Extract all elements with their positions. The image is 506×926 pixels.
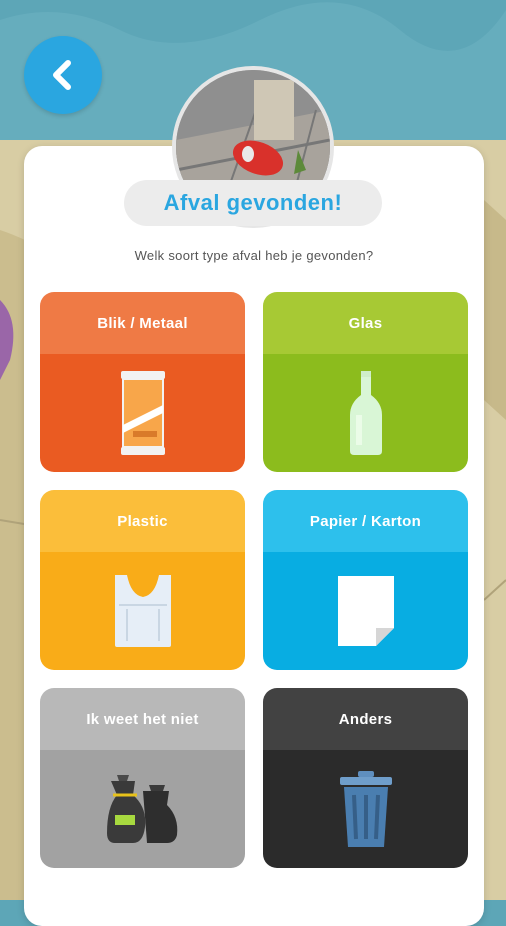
chevron-left-icon [53, 60, 71, 90]
category-plastic[interactable]: Plastic [40, 490, 245, 670]
glass-bottle-icon [349, 371, 382, 455]
category-blik-metaal[interactable]: Blik / Metaal [40, 292, 245, 472]
category-label: Papier / Karton [263, 490, 468, 552]
question-text: Welk soort type afval heb je gevonden? [134, 248, 374, 263]
can-icon [120, 371, 165, 455]
garbage-bags-icon [106, 775, 177, 843]
trash-bin-icon [339, 771, 392, 847]
category-ik-weet-het-niet[interactable]: Ik weet het niet [40, 688, 245, 868]
plastic-bag-icon [114, 575, 171, 647]
category-label: Blik / Metaal [40, 292, 245, 354]
page-title: Afval gevonden! [124, 180, 382, 226]
paper-sheet-icon [337, 576, 394, 646]
category-label: Anders [263, 688, 468, 750]
back-button[interactable] [24, 36, 102, 114]
category-glas[interactable]: Glas [263, 292, 468, 472]
category-papier-karton[interactable]: Papier / Karton [263, 490, 468, 670]
category-label: Ik weet het niet [40, 688, 245, 750]
category-anders[interactable]: Anders [263, 688, 468, 868]
category-label: Glas [263, 292, 468, 354]
category-label: Plastic [40, 490, 245, 552]
